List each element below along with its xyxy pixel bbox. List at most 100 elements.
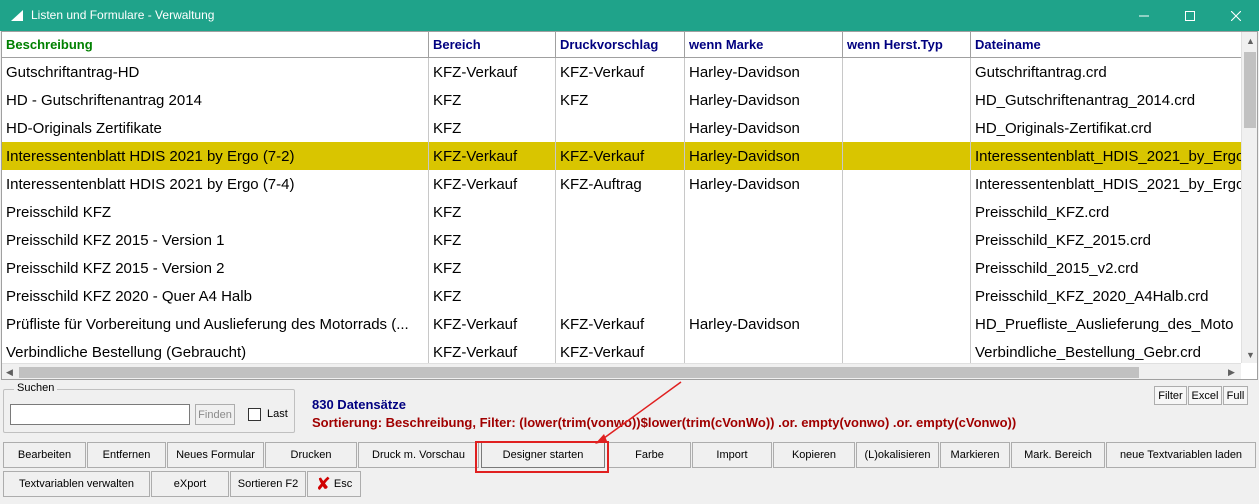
cancel-x-icon: ✘ <box>315 473 331 495</box>
cell-wenn-herst-typ <box>843 86 971 114</box>
table-row[interactable]: Preisschild KFZ 2015 - Version 1 KFZ Preis… <box>2 226 1242 254</box>
cell-wenn-marke <box>685 254 843 282</box>
scroll-right-icon[interactable]: ▶ <box>1228 367 1235 378</box>
cell-dateiname: HD_Gutschriftenantrag_2014.crd <box>975 92 1196 109</box>
cell-bereich: KFZ <box>429 254 556 282</box>
import-button[interactable]: Import <box>692 442 772 468</box>
cell-wenn-marke: Harley-Davidson <box>685 142 843 170</box>
cell-wenn-herst-typ <box>843 282 971 310</box>
cell-bereich: KFZ-Verkauf <box>429 170 556 198</box>
cell-beschreibung: Interessentenblatt HDIS 2021 by Ergo (7-… <box>2 142 429 170</box>
table-row[interactable]: HD - Gutschriftenantrag 2014 KFZ KFZ Harley… <box>2 86 1242 114</box>
close-button[interactable] <box>1213 0 1259 31</box>
cell-druckvorschlag <box>556 226 685 254</box>
cell-wenn-marke: Harley-Davidson <box>685 114 843 142</box>
minimize-button[interactable] <box>1121 0 1167 31</box>
cell-dateiname: Preisschild_KFZ.crd <box>975 204 1110 221</box>
search-legend: Suchen <box>14 382 58 394</box>
cell-wenn-herst-typ <box>843 198 971 226</box>
maximize-button[interactable] <box>1167 0 1213 31</box>
cell-beschreibung: Gutschriftantrag-HD <box>2 58 429 86</box>
markieren-button[interactable]: Markieren <box>940 442 1010 468</box>
last-checkbox[interactable] <box>248 408 261 421</box>
close-icon <box>1231 10 1241 21</box>
cell-wenn-herst-typ <box>843 310 971 338</box>
horizontal-scrollbar[interactable]: ◀ ▶ <box>2 363 1241 379</box>
cell-druckvorschlag <box>556 254 685 282</box>
cell-dateiname: HD_Originals-Zertifikat.crd <box>975 120 1152 137</box>
farbe-button[interactable]: Farbe <box>608 442 691 468</box>
esc-button[interactable]: ✘ Esc <box>307 471 361 497</box>
kopieren-button[interactable]: Kopieren <box>773 442 855 468</box>
table-row[interactable]: Prüfliste für Vorbereitung und Ausliefer… <box>2 310 1242 338</box>
scroll-down-icon[interactable]: ▼ <box>1246 350 1255 360</box>
cell-wenn-herst-typ <box>843 338 971 366</box>
table-row[interactable]: Preisschild KFZ 2015 - Version 2 KFZ Preis… <box>2 254 1242 282</box>
scroll-left-icon[interactable]: ◀ <box>6 367 13 378</box>
cell-wenn-herst-typ <box>843 170 971 198</box>
cell-beschreibung: Preisschild KFZ <box>2 198 429 226</box>
entfernen-button[interactable]: Entfernen <box>87 442 166 468</box>
last-label: Last <box>267 408 288 420</box>
cell-bereich: KFZ <box>429 226 556 254</box>
cell-dateiname: Preisschild_KFZ_2020_A4Halb.crd <box>975 288 1209 305</box>
cell-beschreibung: Interessentenblatt HDIS 2021 by Ergo (7-… <box>2 170 429 198</box>
cell-beschreibung: Preisschild KFZ 2015 - Version 1 <box>2 226 429 254</box>
cell-wenn-marke: Harley-Davidson <box>685 170 843 198</box>
cell-wenn-herst-typ <box>843 142 971 170</box>
neue-textvariablen-laden-button[interactable]: neue Textvariablen laden <box>1106 442 1256 468</box>
cell-wenn-marke: Harley-Davidson <box>685 58 843 86</box>
cell-beschreibung: Preisschild KFZ 2015 - Version 2 <box>2 254 429 282</box>
cell-druckvorschlag: KFZ-Verkauf <box>556 338 685 366</box>
search-input[interactable] <box>10 404 190 425</box>
filter-button[interactable]: Filter <box>1154 386 1187 405</box>
table-row[interactable]: Interessentenblatt HDIS 2021 by Ergo (7-… <box>2 170 1242 198</box>
column-header-wenn-marke[interactable]: wenn Marke <box>685 32 843 58</box>
cell-dateiname: Interessentenblatt_HDIS_2021_by_Ergo <box>975 176 1242 193</box>
column-header-wenn-herst-typ[interactable]: wenn Herst.Typ <box>843 32 971 58</box>
cell-beschreibung: Preisschild KFZ 2020 - Quer A4 Halb <box>2 282 429 310</box>
vertical-scroll-thumb[interactable] <box>1244 52 1256 128</box>
druck-vorschau-button[interactable]: Druck m. Vorschau <box>358 442 479 468</box>
drucken-button[interactable]: Drucken <box>265 442 357 468</box>
table-row[interactable]: Preisschild KFZ 2020 - Quer A4 Halb KFZ Pr… <box>2 282 1242 310</box>
cell-beschreibung: HD - Gutschriftenantrag 2014 <box>2 86 429 114</box>
mark-bereich-button[interactable]: Mark. Bereich <box>1011 442 1105 468</box>
cell-wenn-herst-typ <box>843 114 971 142</box>
maximize-icon <box>1185 10 1195 21</box>
cell-druckvorschlag: KFZ-Auftrag <box>556 170 685 198</box>
column-header-dateiname[interactable]: Dateiname <box>971 32 1242 58</box>
column-header-beschreibung[interactable]: Beschreibung <box>2 32 429 58</box>
textvariablen-verwalten-button[interactable]: Textvariablen verwalten <box>3 471 150 497</box>
cell-wenn-herst-typ <box>843 254 971 282</box>
table-row[interactable]: Preisschild KFZ KFZ Preisschild_KFZ.crd <box>2 198 1242 226</box>
full-button[interactable]: Full <box>1223 386 1248 405</box>
neues-formular-button[interactable]: Neues Formular <box>167 442 264 468</box>
cell-druckvorschlag: KFZ-Verkauf <box>556 58 685 86</box>
cell-wenn-marke <box>685 226 843 254</box>
horizontal-scroll-thumb[interactable] <box>19 367 1139 378</box>
lokalisieren-button[interactable]: (L)okalisieren <box>856 442 939 468</box>
cell-dateiname: HD_Pruefliste_Auslieferung_des_Moto <box>975 316 1234 333</box>
forms-table[interactable]: Beschreibung Bereich Druckvorschlag wenn… <box>1 31 1258 380</box>
table-row[interactable]: Verbindliche Bestellung (Gebraucht) KFZ-V… <box>2 338 1242 366</box>
excel-button[interactable]: Excel <box>1188 386 1222 405</box>
window-title: Listen und Formulare - Verwaltung <box>31 8 215 22</box>
table-row[interactable]: Gutschriftantrag-HD KFZ-Verkauf KFZ-Verkau… <box>2 58 1242 86</box>
table-row[interactable]: HD-Originals Zertifikate KFZ Harley-Davids… <box>2 114 1242 142</box>
bearbeiten-button[interactable]: Bearbeiten <box>3 442 86 468</box>
export-button[interactable]: eXport <box>151 471 229 497</box>
vertical-scrollbar[interactable]: ▲ ▼ <box>1241 32 1257 363</box>
cell-wenn-marke: Harley-Davidson <box>685 310 843 338</box>
finden-button[interactable]: Finden <box>195 404 235 425</box>
table-row[interactable]: Interessentenblatt HDIS 2021 by Ergo (7-… <box>2 142 1242 170</box>
column-header-bereich[interactable]: Bereich <box>429 32 556 58</box>
scroll-up-icon[interactable]: ▲ <box>1246 36 1255 46</box>
cell-wenn-herst-typ <box>843 58 971 86</box>
cell-bereich: KFZ-Verkauf <box>429 338 556 366</box>
column-header-druckvorschlag[interactable]: Druckvorschlag <box>556 32 685 58</box>
cell-bereich: KFZ <box>429 86 556 114</box>
sortieren-button[interactable]: Sortieren F2 <box>230 471 306 497</box>
cell-dateiname: Preisschild_KFZ_2015.crd <box>975 232 1151 249</box>
table-header: Beschreibung Bereich Druckvorschlag wenn… <box>2 32 1242 58</box>
